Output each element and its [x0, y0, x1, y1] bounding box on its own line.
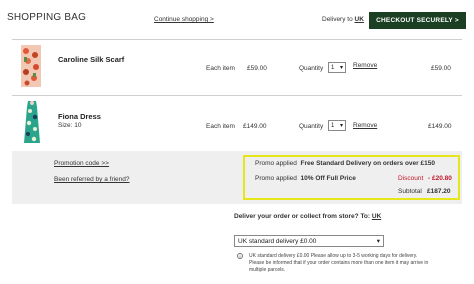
delivery-option-select[interactable]: UK standard delivery £0.00 ▾ — [234, 235, 384, 247]
promo-label: Promo applied — [255, 160, 297, 167]
delivery-note: UK standard delivery £0.00 Please allow … — [249, 253, 429, 273]
item-name[interactable]: Fiona Dress — [58, 112, 101, 121]
remove-link[interactable]: Remove — [353, 122, 377, 129]
delivery-option-value: UK standard delivery £0.00 — [238, 237, 317, 245]
chevron-down-icon: ▾ — [339, 65, 343, 71]
delivery-question-text: Deliver your order or collect from store… — [234, 213, 359, 220]
promo-text: Free Standard Delivery on orders over £1… — [300, 160, 435, 167]
delivery-to-label: To: — [360, 213, 371, 220]
item-total: £59.00 — [431, 65, 451, 72]
promo-applied-row: Promo applied Free Standard Delivery on … — [255, 160, 435, 167]
item-total: £149.00 — [428, 123, 452, 130]
continue-shopping-link[interactable]: Continue shopping > — [154, 16, 214, 23]
quantity-label: Quantity — [299, 65, 324, 72]
discount-label: Discount — [398, 175, 424, 182]
promo-applied-row: Promo applied 10% Off Full Price — [255, 175, 356, 182]
delivery-country-link[interactable]: UK — [355, 16, 364, 23]
checkout-button[interactable]: CHECKOUT SECURELY > — [369, 12, 466, 29]
page-title: SHOPPING BAG — [7, 12, 87, 23]
referred-friend-link[interactable]: Been referred by a friend? — [54, 176, 130, 183]
promotion-code-link[interactable]: Promotion code >> — [54, 160, 109, 167]
item-size: Size: 10 — [58, 122, 82, 129]
subtotal-label: Subtotal — [398, 188, 422, 195]
delivery-to-label: Delivery to — [322, 16, 353, 23]
chevron-down-icon: ▾ — [376, 238, 380, 245]
each-item-label: Each item — [206, 123, 235, 130]
each-item-price: £149.00 — [243, 123, 267, 130]
remove-link[interactable]: Remove — [353, 62, 377, 69]
promo-text: 10% Off Full Price — [300, 175, 356, 182]
divider — [12, 95, 462, 96]
quantity-select[interactable]: 1 ▾ — [328, 62, 346, 73]
discount-value: - £20.80 — [428, 175, 452, 182]
divider — [12, 39, 462, 40]
item-name[interactable]: Caroline Silk Scarf — [58, 55, 124, 64]
quantity-select[interactable]: 1 ▾ — [328, 120, 346, 131]
delivery-to: Delivery to UK — [322, 16, 364, 23]
promo-label: Promo applied — [255, 175, 297, 182]
quantity-value: 1 — [331, 122, 335, 129]
quantity-label: Quantity — [299, 123, 324, 130]
each-item-label: Each item — [206, 65, 235, 72]
subtotal-value: £187.20 — [427, 188, 451, 195]
quantity-value: 1 — [331, 64, 335, 71]
scarf-thumbnail[interactable] — [19, 45, 43, 87]
chevron-down-icon: ▾ — [339, 123, 343, 129]
dress-thumbnail[interactable] — [21, 101, 43, 145]
info-icon: i — [237, 253, 243, 259]
delivery-question: Deliver your order or collect from store… — [234, 213, 381, 220]
each-item-price: £59.00 — [247, 65, 267, 72]
delivery-country-link[interactable]: UK — [372, 213, 381, 220]
